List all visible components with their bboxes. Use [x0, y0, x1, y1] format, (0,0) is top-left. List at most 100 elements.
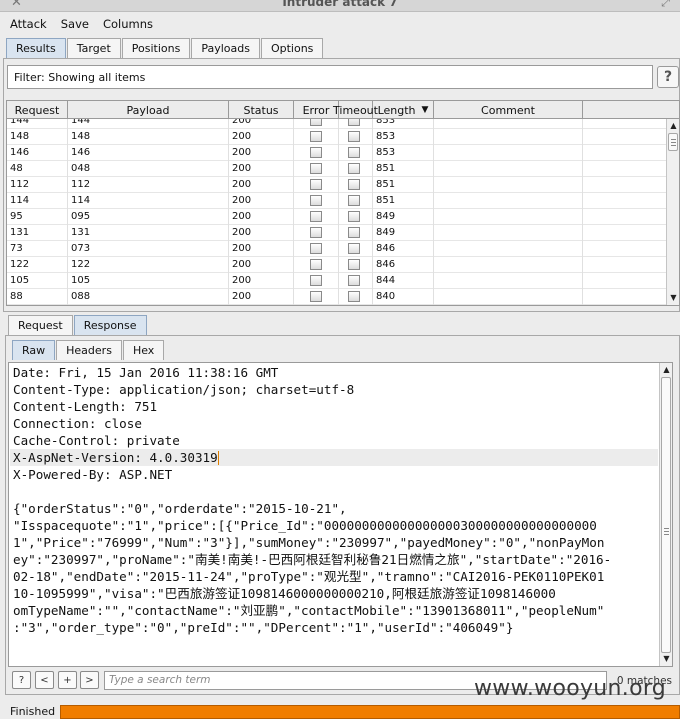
cell-request: 114 [7, 193, 68, 209]
cell-payload: 088 [68, 289, 229, 305]
maximize-icon[interactable]: ⤢ [661, 0, 670, 10]
previous-button[interactable]: < [35, 671, 54, 689]
table-row[interactable]: 114 114 200 851 [7, 193, 679, 209]
cell-payload: 148 [68, 129, 229, 145]
tab-raw[interactable]: Raw [12, 340, 56, 360]
menu-columns[interactable]: Columns [103, 17, 153, 31]
table-scrollbar[interactable]: ▲ ▼ [666, 119, 679, 305]
response-line-text: Date: Fri, 15 Jan 2016 11:38:16 GMT [13, 365, 279, 380]
column-request[interactable]: Request [7, 101, 68, 119]
editor-scroll-down-icon[interactable]: ▼ [661, 653, 672, 664]
help-button[interactable]: ? [657, 66, 679, 88]
cell-timeout [339, 193, 373, 209]
tab-payloads[interactable]: Payloads [191, 38, 260, 58]
response-line: X-AspNet-Version: 4.0.30319 [13, 449, 219, 466]
column-comment[interactable]: Comment [434, 101, 583, 119]
column-length[interactable]: Length ▼ [373, 101, 434, 119]
table-row[interactable]: 131 131 200 849 [7, 225, 679, 241]
cell-length: 851 [373, 177, 434, 193]
cell-request: 122 [7, 257, 68, 273]
editor-scroll-up-icon[interactable]: ▲ [661, 364, 672, 375]
response-editor[interactable]: Date: Fri, 15 Jan 2016 11:38:16 GMT Conte… [8, 362, 673, 667]
tab-response[interactable]: Response [73, 315, 147, 335]
cell-timeout [339, 225, 373, 241]
column-payload[interactable]: Payload [68, 101, 229, 119]
progress-bar [60, 705, 680, 719]
response-line-text: ey":"230997","proName":"南美!南美!-巴西阿根廷智利秘鲁… [13, 552, 612, 567]
status-bar: Finished [0, 703, 680, 719]
cell-comment [434, 241, 583, 257]
menu-attack[interactable]: Attack [10, 17, 47, 31]
table-row[interactable]: 122 122 200 846 [7, 257, 679, 273]
cell-comment [434, 177, 583, 193]
table-row[interactable]: 48 048 200 851 [7, 161, 679, 177]
response-line: omTypeName":"","contactName":"刘亚鹏","cont… [13, 602, 604, 619]
cell-comment [434, 119, 583, 129]
tab-target[interactable]: Target [66, 38, 121, 58]
cell-error [294, 273, 339, 289]
response-line-text: "Isspacequote":"1","price":[{"Price_Id":… [13, 518, 597, 533]
tab-options[interactable]: Options [260, 38, 324, 58]
cell-comment [434, 289, 583, 305]
cell-request: 73 [7, 241, 68, 257]
cell-status: 200 [229, 145, 294, 161]
add-button[interactable]: + [58, 671, 77, 689]
next-button[interactable]: > [80, 671, 99, 689]
cell-timeout [339, 161, 373, 177]
table-row[interactable]: 146 146 200 853 [7, 145, 679, 161]
error-checkbox [310, 259, 322, 270]
tab-request[interactable]: Request [8, 315, 73, 335]
timeout-checkbox [348, 119, 360, 126]
tab-headers[interactable]: Headers [56, 340, 122, 360]
cell-length: 849 [373, 209, 434, 225]
tab-hex[interactable]: Hex [122, 340, 165, 360]
editor-scrollbar[interactable]: ▲ ▼ [659, 363, 672, 666]
sort-descending-icon: ▼ [421, 105, 429, 115]
table-row[interactable]: 88 088 200 840 [7, 289, 679, 305]
table-body: 144 144 200 853 148 148 200 853 146 146 200 853 48 04… [7, 119, 679, 305]
error-checkbox [310, 195, 322, 206]
table-scroll-thumb[interactable] [668, 133, 678, 151]
cell-payload: 114 [68, 193, 229, 209]
column-timeout[interactable]: Timeout [333, 101, 378, 119]
scroll-up-icon[interactable]: ▲ [668, 120, 679, 131]
help-icon[interactable]: ? [12, 671, 31, 689]
response-line-text: Content-Length: 751 [13, 399, 158, 414]
cell-length: 844 [373, 273, 434, 289]
response-line: 02-18","endDate":"2015-11-24","proType":… [13, 568, 604, 585]
error-checkbox [310, 227, 322, 238]
column-status[interactable]: Status [229, 101, 294, 119]
cell-error [294, 289, 339, 305]
scroll-down-icon[interactable]: ▼ [668, 292, 679, 303]
timeout-checkbox [348, 291, 360, 302]
cell-length: 851 [373, 161, 434, 177]
table-rows: 144 144 200 853 148 148 200 853 146 146 200 853 48 04… [7, 119, 679, 305]
cell-comment [434, 209, 583, 225]
table-row[interactable]: 148 148 200 853 [7, 129, 679, 145]
timeout-checkbox [348, 179, 360, 190]
table-row[interactable]: 95 095 200 849 [7, 209, 679, 225]
table-row[interactable]: 144 144 200 853 [7, 119, 679, 129]
cell-request: 148 [7, 129, 68, 145]
editor-scroll-thumb[interactable] [661, 377, 671, 653]
response-line-text: 10-1095999","visa":"巴西旅游签证10981460000000… [13, 586, 556, 601]
error-checkbox [310, 179, 322, 190]
table-header: Request Payload Status Error Timeout Len… [7, 101, 679, 119]
menu-save[interactable]: Save [61, 17, 89, 31]
timeout-checkbox [348, 275, 360, 286]
table-row[interactable]: 112 112 200 851 [7, 177, 679, 193]
cell-request: 112 [7, 177, 68, 193]
column-length-label: Length [377, 103, 416, 117]
table-row[interactable]: 73 073 200 846 [7, 241, 679, 257]
cell-error [294, 161, 339, 177]
cell-length: 840 [373, 289, 434, 305]
timeout-checkbox [348, 259, 360, 270]
tab-positions[interactable]: Positions [121, 38, 191, 58]
response-line: 10-1095999","visa":"巴西旅游签证10981460000000… [13, 585, 556, 602]
tab-results[interactable]: Results [6, 38, 66, 58]
cell-request: 88 [7, 289, 68, 305]
response-line-text: 02-18","endDate":"2015-11-24","proType":… [13, 569, 605, 584]
table-row[interactable]: 105 105 200 844 [7, 273, 679, 289]
cell-payload: 122 [68, 257, 229, 273]
filter-bar[interactable]: Filter: Showing all items [7, 65, 653, 89]
